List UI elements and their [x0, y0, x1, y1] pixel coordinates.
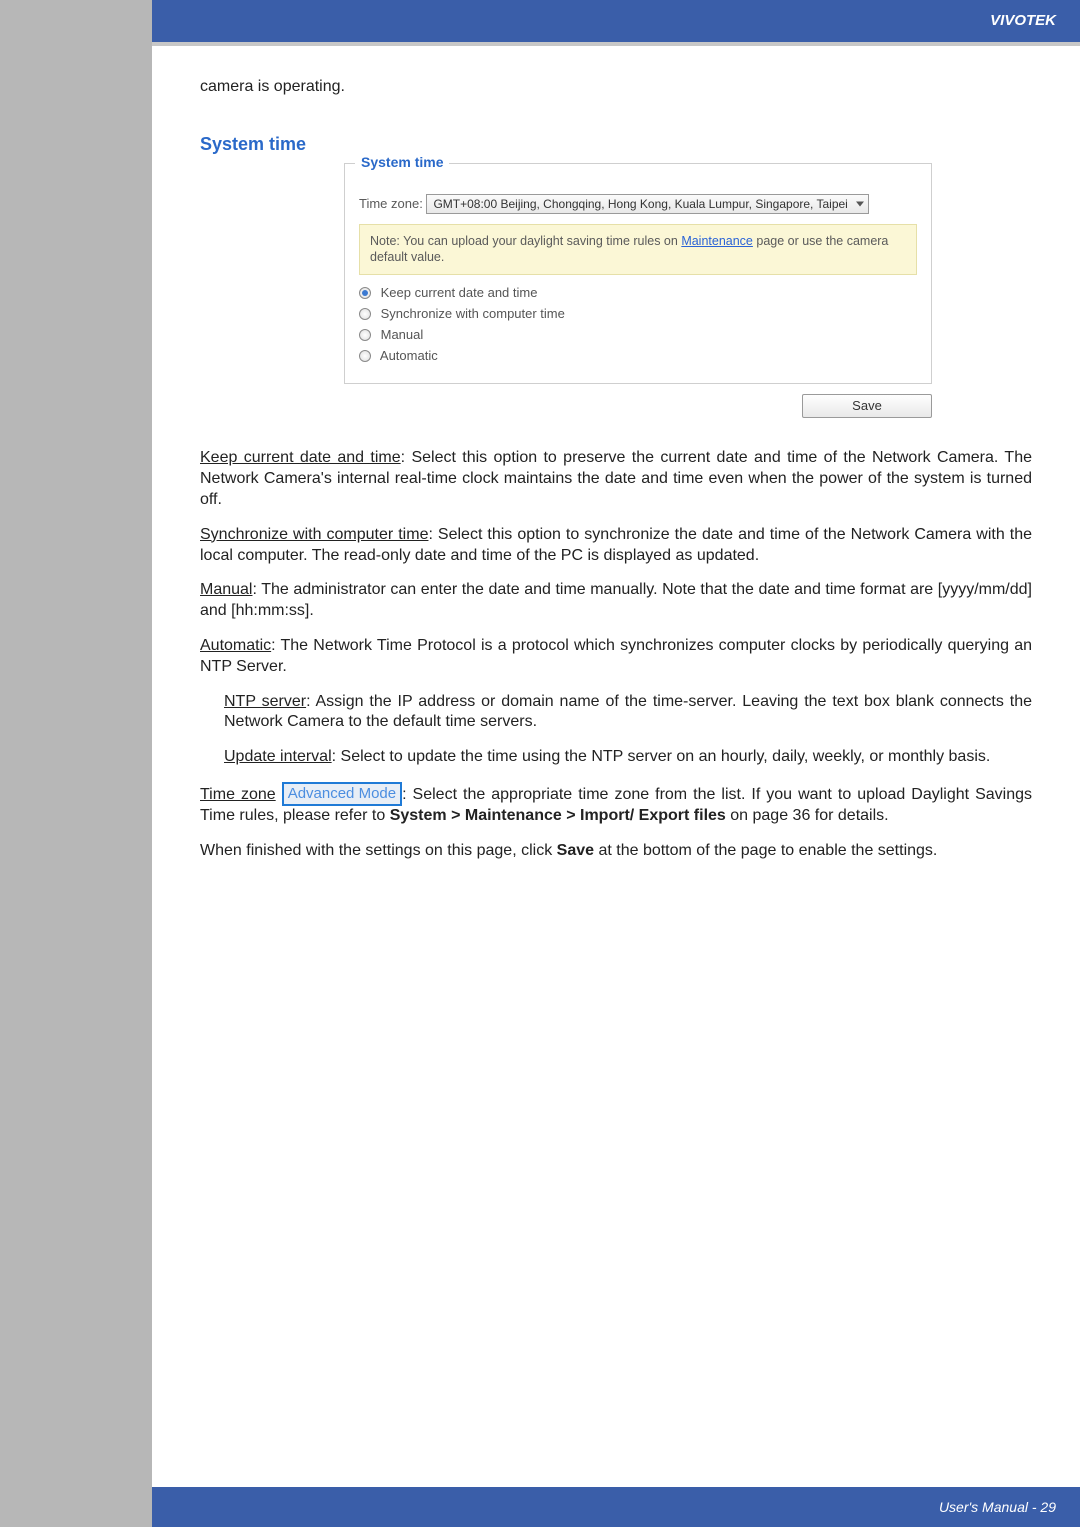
brand-label: VIVOTEK: [990, 12, 1056, 29]
para-keep-current: Keep current date and time: Select this …: [200, 448, 1032, 510]
timezone-value: GMT+08:00 Beijing, Chongqing, Hong Kong,…: [433, 197, 847, 211]
radio-label: Synchronize with computer time: [381, 306, 565, 321]
radio-icon: [359, 287, 371, 299]
para-body: : The administrator can enter the date a…: [200, 581, 1032, 619]
timezone-row: Time zone: GMT+08:00 Beijing, Chongqing,…: [359, 194, 917, 214]
para-body: : Assign the IP address or domain name o…: [224, 693, 1032, 731]
radio-automatic[interactable]: Automatic: [359, 348, 917, 363]
section-title-system-time: System time: [200, 134, 1032, 155]
note-box: Note: You can upload your daylight savin…: [359, 224, 917, 276]
para-sync: Synchronize with computer time: Select t…: [200, 525, 1032, 567]
timezone-label: Time zone:: [359, 196, 423, 211]
prev-section-tail: camera is operating.: [200, 76, 1032, 98]
timezone-select[interactable]: GMT+08:00 Beijing, Chongqing, Hong Kong,…: [426, 194, 868, 214]
note-text-pre: Note: You can upload your daylight savin…: [370, 234, 681, 248]
para-head: Time zone: [200, 786, 276, 803]
radio-label: Manual: [381, 327, 424, 342]
radio-icon: [359, 329, 371, 341]
para-head: Update interval: [224, 748, 332, 765]
radio-keep-current[interactable]: Keep current date and time: [359, 285, 917, 300]
radio-manual[interactable]: Manual: [359, 327, 917, 342]
para-body: : Select to update the time using the NT…: [332, 748, 991, 765]
para-body: When finished with the settings on this …: [200, 842, 557, 859]
radio-label: Keep current date and time: [381, 285, 538, 300]
footer-text: User's Manual - 29: [939, 1499, 1056, 1515]
para-body: : The Network Time Protocol is a protoco…: [200, 637, 1032, 675]
para-head: Manual: [200, 581, 252, 598]
para-head: Synchronize with computer time: [200, 526, 428, 543]
system-time-panel: System time Time zone: GMT+08:00 Beijing…: [344, 163, 932, 419]
para-timezone: Time zone Advanced Mode: Select the appr…: [200, 782, 1032, 827]
para-head: Automatic: [200, 637, 271, 654]
para-body2: on page 36 for details.: [726, 807, 889, 824]
save-button[interactable]: Save: [802, 394, 932, 418]
radio-label: Automatic: [380, 348, 438, 363]
para-head: NTP server: [224, 693, 306, 710]
radio-sync-computer[interactable]: Synchronize with computer time: [359, 306, 917, 321]
footer-band: User's Manual - 29: [152, 1487, 1080, 1527]
para-final: When finished with the settings on this …: [200, 841, 1032, 862]
para-automatic: Automatic: The Network Time Protocol is …: [200, 636, 1032, 678]
maintenance-link[interactable]: Maintenance: [681, 234, 753, 248]
para-body2: at the bottom of the page to enable the …: [594, 842, 937, 859]
para-manual: Manual: The administrator can enter the …: [200, 580, 1032, 622]
radio-icon: [359, 308, 371, 320]
para-bold: Save: [557, 842, 594, 859]
para-ntp-server: NTP server: Assign the IP address or dom…: [224, 692, 1032, 734]
para-bold: System > Maintenance > Import/ Export fi…: [390, 807, 726, 824]
panel-legend: System time: [355, 154, 449, 170]
advanced-mode-badge: Advanced Mode: [282, 782, 402, 806]
header-band: VIVOTEK: [152, 0, 1080, 42]
radio-icon: [359, 350, 371, 362]
para-head: Keep current date and time: [200, 449, 401, 466]
para-update-interval: Update interval: Select to update the ti…: [224, 747, 1032, 768]
chevron-down-icon: [856, 201, 864, 206]
